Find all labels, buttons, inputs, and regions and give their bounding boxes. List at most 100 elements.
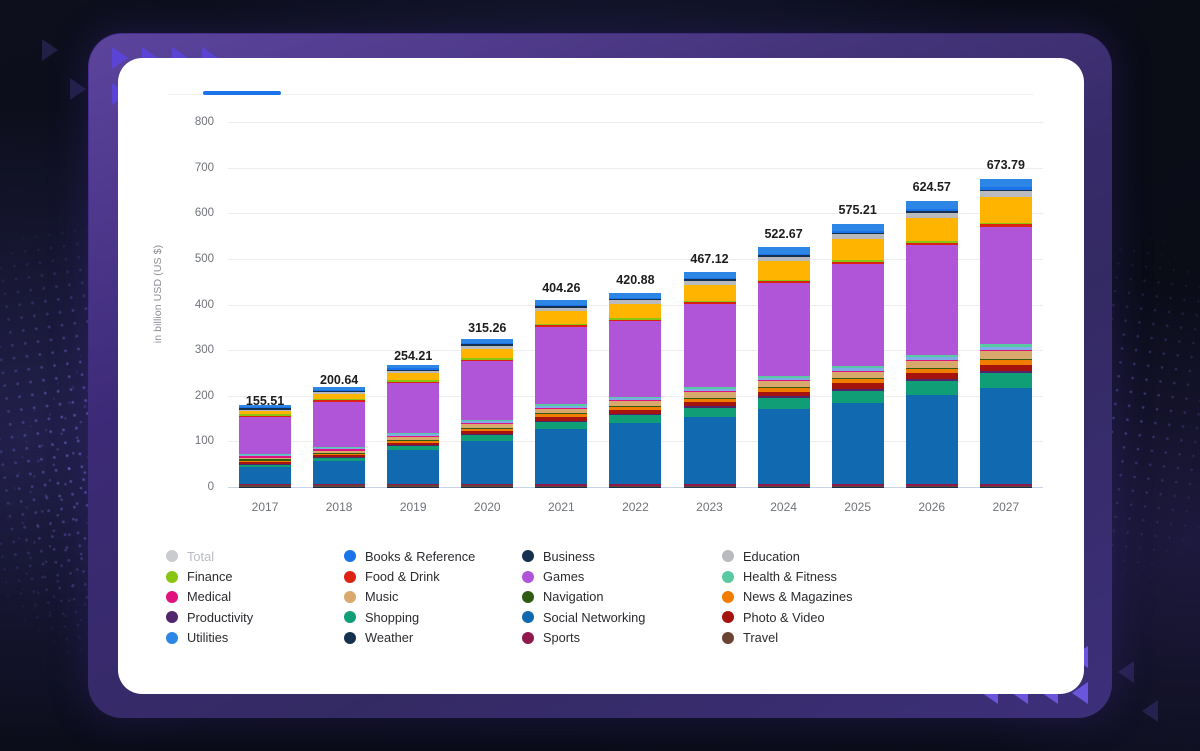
legend-item-photo-video[interactable]: Photo & Video (722, 607, 922, 627)
bar-column-2017[interactable]: 155.51 2017 (239, 123, 292, 514)
bar-segment-social-networking[interactable] (905, 394, 958, 484)
bar-segment-games[interactable] (461, 360, 514, 420)
bar-segment-weather[interactable] (905, 486, 958, 488)
bar-segment-games[interactable] (387, 383, 440, 433)
bar-column-2023[interactable]: 467.12 2023 (683, 123, 736, 514)
bar-segment-weather[interactable] (387, 486, 440, 488)
bar-segment-shopping[interactable] (979, 372, 1032, 388)
stacked-bar[interactable] (387, 364, 440, 488)
bar-segment-games[interactable] (979, 227, 1032, 345)
bar-segment-games[interactable] (609, 321, 662, 397)
legend-item-music[interactable]: Music (344, 587, 522, 607)
legend-item-productivity[interactable]: Productivity (166, 607, 344, 627)
bar-segment-entertainment[interactable] (461, 348, 514, 359)
legend-item-finance[interactable]: Finance (166, 566, 344, 586)
stacked-bar[interactable] (461, 338, 514, 488)
legend-item-social-networking[interactable]: Social Networking (522, 607, 722, 627)
bar-segment-utilities[interactable] (905, 201, 958, 210)
bar-column-2020[interactable]: 315.26 2020 (461, 123, 514, 514)
bar-segment-social-networking[interactable] (387, 450, 440, 485)
bar-segment-social-networking[interactable] (313, 461, 366, 485)
stacked-bar[interactable] (239, 404, 292, 488)
legend-item-medical[interactable]: Medical (166, 587, 344, 607)
stacked-bar[interactable] (979, 179, 1032, 488)
legend-item-utilities[interactable]: Utilities (166, 628, 344, 648)
bar-segment-social-networking[interactable] (239, 466, 292, 484)
chart-container: in billion USD (US $) 0 100 200 300 400 500 60… (118, 113, 1084, 573)
bar-segment-weather[interactable] (979, 486, 1032, 488)
bar-column-2022[interactable]: 420.88 2022 (609, 123, 662, 514)
bar-column-2024[interactable]: 522.67 2024 (757, 123, 810, 514)
stacked-bar[interactable] (905, 201, 958, 488)
legend-item-total[interactable]: Total (166, 546, 344, 566)
bar-segment-music[interactable] (905, 361, 958, 368)
bar-column-2026[interactable]: 624.57 2026 (905, 123, 958, 514)
bar-segment-games[interactable] (239, 417, 292, 454)
bar-segment-social-networking[interactable] (831, 402, 884, 484)
legend-color-swatch-icon (344, 590, 356, 603)
legend-item-health-fitness[interactable]: Health & Fitness (722, 566, 922, 586)
bar-column-2021[interactable]: 404.26 2021 (535, 123, 588, 514)
bar-segment-games[interactable] (313, 401, 366, 447)
bar-segment-weather[interactable] (609, 486, 662, 488)
bar-segment-shopping[interactable] (831, 390, 884, 403)
legend-item-education[interactable]: Education (722, 546, 922, 566)
bar-segment-social-networking[interactable] (535, 429, 588, 485)
legend-item-sports[interactable]: Sports (522, 628, 722, 648)
bar-segment-entertainment[interactable] (979, 197, 1032, 223)
bar-segment-entertainment[interactable] (905, 217, 958, 242)
bar-segment-games[interactable] (757, 282, 810, 376)
legend-item-business[interactable]: Business (522, 546, 722, 566)
bar-column-2018[interactable]: 200.64 2018 (313, 123, 366, 514)
legend-item-travel[interactable]: Travel (722, 628, 922, 648)
bar-segment-shopping[interactable] (683, 407, 736, 417)
active-tab-indicator[interactable] (203, 91, 281, 95)
bar-segment-social-networking[interactable] (461, 441, 514, 485)
bar-segment-games[interactable] (905, 245, 958, 355)
bar-segment-weather[interactable] (461, 486, 514, 488)
bar-segment-games[interactable] (831, 263, 884, 366)
bar-segment-shopping[interactable] (905, 381, 958, 395)
legend-item-books-reference[interactable]: Books & Reference (344, 546, 522, 566)
bar-segment-weather[interactable] (757, 486, 810, 488)
bar-segment-shopping[interactable] (609, 415, 662, 423)
bar-segment-entertainment[interactable] (831, 238, 884, 261)
bar-segment-games[interactable] (535, 326, 588, 405)
bar-segment-weather[interactable] (683, 486, 736, 488)
bar-segment-music[interactable] (979, 351, 1032, 359)
bar-segment-social-networking[interactable] (979, 387, 1032, 484)
stacked-bar[interactable] (313, 387, 366, 488)
bar-column-2019[interactable]: 254.21 2019 (387, 123, 440, 514)
bar-segment-entertainment[interactable] (535, 311, 588, 325)
stacked-bar[interactable] (535, 300, 588, 488)
bar-segment-weather[interactable] (239, 486, 292, 488)
stacked-bar[interactable] (831, 223, 884, 488)
stacked-bar[interactable] (757, 247, 810, 488)
bar-segment-social-networking[interactable] (757, 408, 810, 485)
bar-segment-weather[interactable] (313, 486, 366, 488)
bar-segment-social-networking[interactable] (683, 416, 736, 485)
bar-column-2027[interactable]: 673.79 2027 (979, 123, 1032, 514)
bar-segment-entertainment[interactable] (387, 373, 440, 381)
bar-segment-utilities[interactable] (979, 179, 1032, 188)
bar-segment-weather[interactable] (831, 486, 884, 488)
stacked-bar[interactable] (609, 292, 662, 488)
bar-column-2025[interactable]: 575.21 2025 (831, 123, 884, 514)
bar-segment-utilities[interactable] (831, 223, 884, 231)
legend-item-games[interactable]: Games (522, 566, 722, 586)
legend-item-food-drink[interactable]: Food & Drink (344, 566, 522, 586)
legend-item-shopping[interactable]: Shopping (344, 607, 522, 627)
bar-segment-entertainment[interactable] (757, 261, 810, 280)
bar-segment-social-networking[interactable] (609, 422, 662, 485)
bar-segment-shopping[interactable] (535, 422, 588, 430)
legend-item-weather[interactable]: Weather (344, 628, 522, 648)
legend-item-news-magazines[interactable]: News & Magazines (722, 587, 922, 607)
bar-segment-shopping[interactable] (757, 398, 810, 409)
bar-segment-weather[interactable] (535, 486, 588, 488)
bar-segment-entertainment[interactable] (683, 284, 736, 301)
legend-item-label: Food & Drink (365, 569, 440, 585)
stacked-bar[interactable] (683, 272, 736, 488)
bar-segment-games[interactable] (683, 303, 736, 388)
legend-item-navigation[interactable]: Navigation (522, 587, 722, 607)
bar-segment-entertainment[interactable] (609, 304, 662, 319)
